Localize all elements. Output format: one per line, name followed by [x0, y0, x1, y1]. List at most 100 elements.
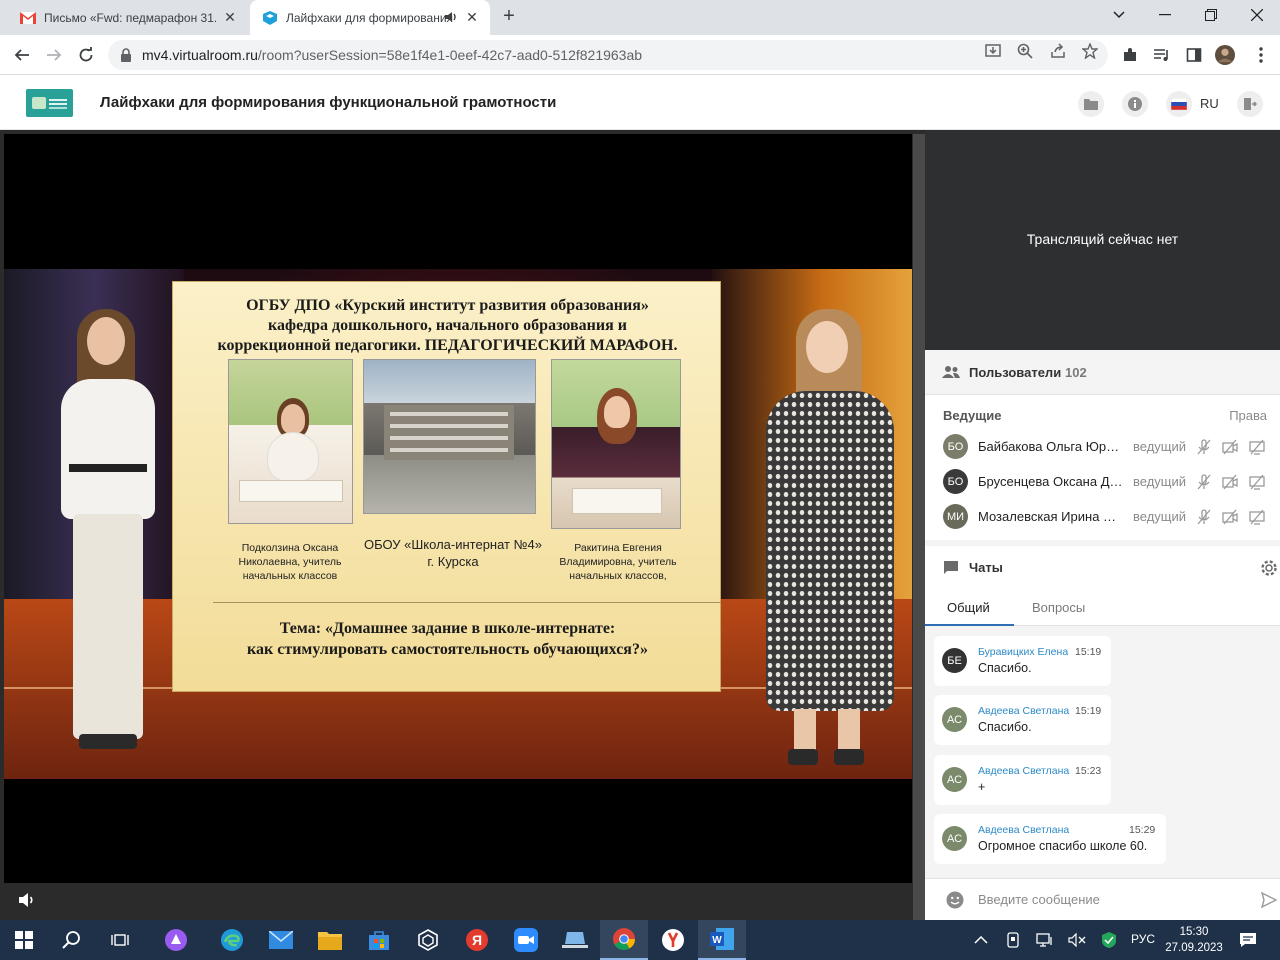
tab-gmail[interactable]: Письмо «Fwd: педмарафон 31.08 ✕	[8, 0, 248, 35]
yandex-browser-icon[interactable]: Я	[453, 920, 501, 960]
chevron-up-icon[interactable]	[971, 930, 991, 950]
volume-muted-icon[interactable]	[1067, 930, 1087, 950]
language-label[interactable]: RU	[1200, 96, 1219, 111]
user-row[interactable]: БО Байбакова Ольга Юрьевна ведущий	[925, 430, 1280, 464]
network-icon[interactable]	[1035, 930, 1055, 950]
tab-virtualroom[interactable]: Лайфхаки для формирования ✕	[250, 0, 490, 35]
message-input[interactable]: Введите сообщение	[978, 892, 1100, 907]
install-icon[interactable]	[984, 42, 1002, 60]
users-icon	[942, 366, 960, 378]
extensions-icon[interactable]	[1120, 45, 1140, 65]
zoom-app-icon[interactable]	[502, 920, 550, 960]
minimize-icon[interactable]	[1143, 0, 1187, 30]
app-logo[interactable]	[26, 89, 73, 117]
chrome-icon[interactable]	[600, 920, 648, 960]
task-view-icon[interactable]	[96, 920, 144, 960]
message-time: 15:19	[1075, 705, 1102, 717]
folder-icon[interactable]	[1078, 91, 1104, 117]
chats-label: Чаты	[969, 560, 1003, 575]
mic-off-icon[interactable]	[1196, 474, 1212, 490]
notifications-icon[interactable]	[1238, 930, 1258, 950]
keyboard-language[interactable]: РУС	[1131, 932, 1155, 946]
camera-off-icon[interactable]	[1222, 474, 1238, 490]
file-explorer-icon[interactable]	[306, 920, 354, 960]
address-bar[interactable]: mv4.virtualroom.ru/room?userSession=58e1…	[108, 40, 1108, 70]
chat-messages[interactable]: БЕ Буравицких Елена 15:19 Спасибо. АС Ав…	[925, 626, 1280, 874]
close-window-icon[interactable]	[1235, 0, 1279, 30]
lock-icon[interactable]	[120, 48, 132, 62]
alice-assistant-icon[interactable]	[152, 920, 200, 960]
message-author[interactable]: Буравицких Елена	[978, 646, 1068, 658]
forward-icon[interactable]	[42, 43, 66, 67]
message-author[interactable]: Авдеева Светлана	[978, 824, 1069, 836]
search-icon[interactable]	[48, 920, 96, 960]
chats-panel: Чаты Общий Вопросы БЕ Буравицких Елена 1…	[925, 546, 1280, 920]
chats-header[interactable]: Чаты	[925, 546, 1280, 588]
tab-close-icon[interactable]: ✕	[464, 9, 480, 25]
store-icon[interactable]	[355, 920, 403, 960]
clock[interactable]: 15:30 27.09.2023	[1162, 924, 1226, 956]
video-player[interactable]: ОГБУ ДПО «Курский институт развития обра…	[4, 134, 912, 883]
message-author[interactable]: Авдеева Светлана	[978, 705, 1069, 717]
avatar: БО	[943, 434, 968, 459]
menu-dots-icon[interactable]	[1251, 45, 1271, 65]
camera-off-icon[interactable]	[1222, 439, 1238, 455]
mic-off-icon[interactable]	[1196, 439, 1212, 455]
users-label: Пользователи	[969, 365, 1062, 380]
user-row[interactable]: МИ Мозалевская Ирина Евгеньевна ведущий	[925, 500, 1280, 534]
media-control-icon[interactable]	[1152, 45, 1172, 65]
presenter-left	[39, 309, 169, 759]
mail-icon[interactable]	[257, 920, 305, 960]
caption-line: Владимировна, учитель	[559, 556, 677, 568]
start-button[interactable]	[0, 920, 48, 960]
info-icon[interactable]	[1122, 91, 1148, 117]
side-panel-icon[interactable]	[1184, 45, 1204, 65]
kaspersky-icon[interactable]	[1099, 930, 1119, 950]
speaker-icon[interactable]	[444, 10, 458, 24]
page-title: Лайфхаки для формирования функциональной…	[100, 94, 557, 111]
new-tab-button[interactable]: +	[498, 6, 520, 28]
reload-icon[interactable]	[74, 43, 98, 67]
tab-questions[interactable]: Вопросы	[1032, 600, 1085, 615]
mic-off-icon[interactable]	[1196, 509, 1212, 525]
back-icon[interactable]	[10, 43, 34, 67]
message-author[interactable]: Авдеева Светлана	[978, 765, 1069, 777]
volume-icon[interactable]	[16, 890, 36, 910]
edge-icon[interactable]	[208, 920, 256, 960]
zoom-icon[interactable]	[1016, 42, 1034, 60]
device-icon[interactable]	[1003, 930, 1023, 950]
user-role: ведущий	[1133, 509, 1187, 524]
avatar: АС	[942, 767, 967, 792]
slide-header-line: кафедра дошкольного, начального образова…	[268, 317, 627, 334]
exit-icon[interactable]	[1237, 91, 1263, 117]
rights-label: Права	[1229, 408, 1267, 423]
yandex-icon[interactable]	[649, 920, 697, 960]
chat-icon	[944, 561, 958, 574]
bookmark-star-icon[interactable]	[1081, 42, 1099, 60]
russian-flag-icon[interactable]	[1166, 91, 1192, 117]
emoji-icon[interactable]	[946, 891, 964, 909]
user-row[interactable]: БО Брусенцева Оксана Дмитриевна ведущий	[925, 465, 1280, 499]
presenter-right	[754, 309, 904, 774]
screen-share-off-icon[interactable]	[1249, 474, 1265, 490]
laptop-app-icon[interactable]	[551, 920, 599, 960]
tab-general[interactable]: Общий	[947, 600, 990, 615]
message-text: +	[978, 780, 986, 794]
caption-line: начальных классов	[242, 570, 338, 582]
restore-icon[interactable]	[1189, 0, 1233, 30]
screen-share-off-icon[interactable]	[1249, 439, 1265, 455]
vpn-app-icon[interactable]	[404, 920, 452, 960]
send-icon[interactable]	[1261, 892, 1277, 908]
video-divider	[913, 134, 925, 920]
tab-search-icon[interactable]	[1097, 0, 1141, 30]
tab-close-icon[interactable]: ✕	[222, 9, 238, 25]
screen-share-off-icon[interactable]	[1249, 509, 1265, 525]
gear-icon[interactable]	[1259, 558, 1279, 578]
share-icon[interactable]	[1049, 42, 1067, 60]
chat-message: БЕ Буравицких Елена 15:19 Спасибо.	[934, 636, 1111, 686]
camera-off-icon[interactable]	[1222, 509, 1238, 525]
video-stage: ОГБУ ДПО «Курский институт развития обра…	[0, 130, 925, 920]
word-icon[interactable]: W	[698, 920, 746, 960]
profile-avatar[interactable]	[1215, 45, 1235, 65]
users-header[interactable]: Пользователи 102	[925, 350, 1280, 395]
